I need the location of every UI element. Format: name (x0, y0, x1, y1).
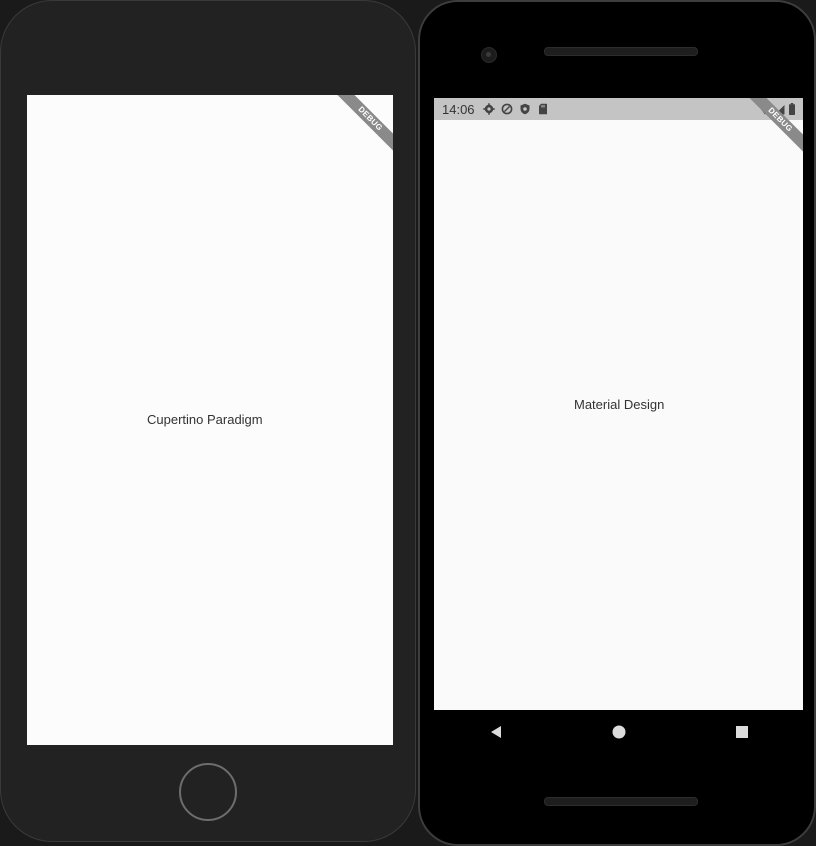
status-time: 14:06 (442, 101, 475, 117)
data-saver-icon (501, 103, 512, 115)
simulator-stage: Cupertino Paradigm DEBUG 14:06 Material … (0, 0, 816, 846)
battery-icon (789, 103, 795, 115)
iphone-center-text: Cupertino Paradigm (147, 412, 263, 427)
sd-card-icon (538, 103, 547, 115)
android-center-text: Material Design (574, 397, 665, 412)
home-icon (612, 725, 625, 739)
front-camera-icon (481, 47, 497, 63)
nav-home-button[interactable] (599, 712, 639, 752)
nav-back-button[interactable] (476, 712, 516, 752)
android-screen: 14:06 Material Design DEBUG (434, 98, 803, 710)
top-speaker (544, 47, 698, 56)
back-icon (490, 726, 501, 738)
android-device-frame: 14:06 Material Design DEBUG (418, 0, 816, 846)
bottom-speaker (544, 797, 698, 806)
iphone-debug-banner: DEBUG (333, 95, 393, 156)
recents-icon (735, 726, 748, 738)
status-icons-left (482, 103, 549, 115)
iphone-device-frame: Cupertino Paradigm DEBUG (0, 0, 416, 842)
iphone-screen: Cupertino Paradigm DEBUG (27, 95, 393, 745)
iphone-home-button[interactable] (179, 763, 237, 821)
android-status-bar: 14:06 (434, 98, 803, 120)
shield-icon (520, 103, 530, 115)
nav-recents-button[interactable] (722, 712, 762, 752)
android-nav-bar (434, 710, 803, 754)
settings-icon (482, 103, 495, 115)
